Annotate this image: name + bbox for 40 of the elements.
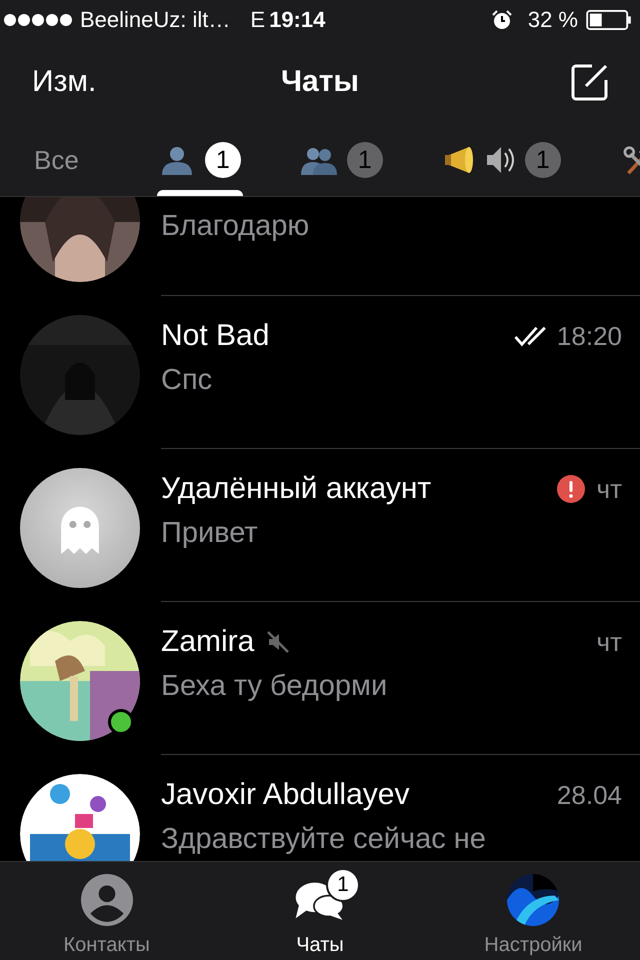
filter-tab[interactable]: 1 xyxy=(440,124,563,196)
filter-tab[interactable]: 1 xyxy=(156,124,243,196)
tab-bar-item[interactable]: Настройки xyxy=(426,862,640,960)
chat-row[interactable]: Zamira чт Беха ту бедорми xyxy=(0,601,640,754)
unread-badge: 1 xyxy=(326,868,360,902)
battery-percent: 32 % xyxy=(528,7,578,33)
message-preview: Привет xyxy=(161,517,259,550)
unread-badge: 1 xyxy=(204,142,241,178)
message-preview: Беха ту бедорми xyxy=(161,670,388,703)
message-preview: Спс xyxy=(161,364,214,397)
chat-name: Удалённый аккаунт xyxy=(161,472,432,506)
chat-time: 18:20 xyxy=(556,320,622,352)
clock-time: 19:14 xyxy=(269,7,326,33)
chat-name: Javoxir Abdullayev xyxy=(161,778,410,812)
unread-badge: 1 xyxy=(346,142,383,178)
chat-time: чт xyxy=(596,474,622,504)
chat-row[interactable]: Not Bad 18:20 Спс xyxy=(0,295,640,448)
chat-time: чт xyxy=(596,626,622,658)
chat-name: Zamira xyxy=(161,625,254,659)
battery-icon xyxy=(586,10,632,30)
filter-tab[interactable]: 1 xyxy=(298,124,385,196)
message-preview: Здравствуйте сейчас не xyxy=(161,823,487,856)
tab-bar-item[interactable]: Контакты xyxy=(0,862,214,960)
filter-tab[interactable]: Все xyxy=(32,124,81,196)
alarm-icon xyxy=(492,10,512,30)
chat-time: 28.04 xyxy=(556,780,622,810)
chat-row[interactable]: Удалённый аккаунт чт Привет xyxy=(0,448,640,601)
compose-icon[interactable] xyxy=(570,62,610,102)
chat-name: Not Bad xyxy=(161,319,270,353)
tab-bar-item[interactable]: 1 Чаты xyxy=(213,862,427,960)
group-icon xyxy=(300,145,337,175)
unread-badge: 1 xyxy=(524,142,561,178)
chat-row[interactable]: Благодарю xyxy=(0,197,640,295)
signal-icon xyxy=(4,14,72,26)
carrier-name: BeelineUz: ilt… xyxy=(80,7,230,33)
network-type: E xyxy=(250,7,266,33)
message-preview: Благодарю xyxy=(161,210,310,243)
edit-button[interactable]: Изм. xyxy=(32,65,96,99)
screen-title: Чаты xyxy=(280,65,360,99)
person-icon xyxy=(80,874,133,926)
